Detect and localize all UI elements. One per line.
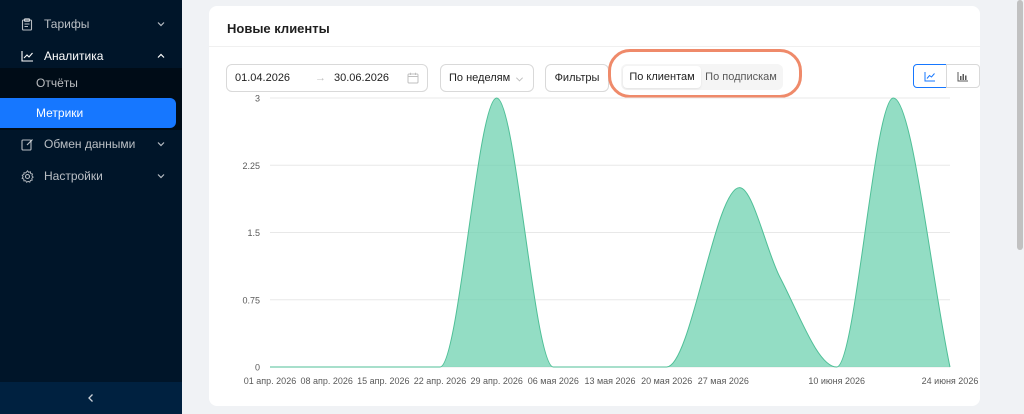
x-tick-label: 22 апр. 2026 bbox=[414, 376, 466, 386]
x-tick-label: 10 июня 2026 bbox=[808, 376, 865, 386]
clipboard-icon bbox=[20, 17, 34, 31]
chevron-down-icon bbox=[157, 142, 165, 147]
gear-icon bbox=[20, 169, 34, 183]
sidebar-item-label: Тарифы bbox=[44, 17, 90, 31]
new-clients-card: Новые клиенты 01.04.2026 → 30.06.2026 По… bbox=[209, 6, 980, 406]
sidebar-subitem-metrics[interactable]: Метрики bbox=[0, 98, 176, 128]
new-clients-chart: 0 0.75 1.5 2.25 3 01 апр. 2026 08 апр. 2026 15 … bbox=[242, 94, 979, 387]
x-tick-label: 06 мая 2026 bbox=[528, 376, 579, 386]
main-content: Новые клиенты 01.04.2026 → 30.06.2026 По… bbox=[182, 0, 1024, 414]
sidebar-item-settings[interactable]: Настройки bbox=[0, 161, 182, 191]
page-scrollbar[interactable] bbox=[1016, 0, 1024, 414]
y-tick-label: 1.5 bbox=[247, 228, 260, 238]
x-tick-label: 13 мая 2026 bbox=[584, 376, 635, 386]
x-tick-label: 24 июня 2026 bbox=[922, 376, 979, 386]
chevron-left-icon bbox=[88, 394, 93, 402]
sidebar-subitem-reports[interactable]: Отчёты bbox=[0, 68, 182, 98]
line-chart-icon bbox=[20, 49, 34, 63]
scrollbar-thumb[interactable] bbox=[1017, 0, 1023, 250]
x-tick-label: 15 апр. 2026 bbox=[357, 376, 409, 386]
x-tick-label: 27 мая 2026 bbox=[698, 376, 749, 386]
y-tick-label: 3 bbox=[255, 94, 260, 104]
sidebar-item-label: Обмен данными bbox=[44, 137, 136, 151]
y-tick-label: 0.75 bbox=[242, 295, 260, 305]
sidebar-item-label: Настройки bbox=[44, 169, 103, 183]
chevron-down-icon bbox=[157, 174, 165, 179]
sidebar-item-analytics[interactable]: Аналитика bbox=[0, 41, 182, 71]
sidebar-item-label: Аналитика bbox=[44, 49, 104, 63]
x-tick-label: 29 апр. 2026 bbox=[470, 376, 522, 386]
sidebar-item-tariffs[interactable]: Тарифы bbox=[0, 9, 182, 39]
sidebar-item-data-exchange[interactable]: Обмен данными bbox=[0, 129, 182, 159]
chevron-up-icon bbox=[157, 53, 165, 58]
x-tick-label: 20 мая 2026 bbox=[641, 376, 692, 386]
y-tick-label: 0 bbox=[255, 363, 260, 373]
edit-icon bbox=[20, 137, 34, 151]
y-tick-label: 2.25 bbox=[242, 161, 260, 171]
sidebar-subitem-label: Отчёты bbox=[36, 76, 78, 90]
sidebar-subitem-label: Метрики bbox=[36, 106, 84, 120]
sidebar: Тарифы Аналитика Отчёты Метрики Обмен да… bbox=[0, 0, 182, 414]
x-tick-label: 01 апр. 2026 bbox=[244, 376, 296, 386]
sidebar-collapse-button[interactable] bbox=[0, 382, 182, 414]
chevron-down-icon bbox=[157, 22, 165, 27]
x-tick-label: 08 апр. 2026 bbox=[300, 376, 352, 386]
